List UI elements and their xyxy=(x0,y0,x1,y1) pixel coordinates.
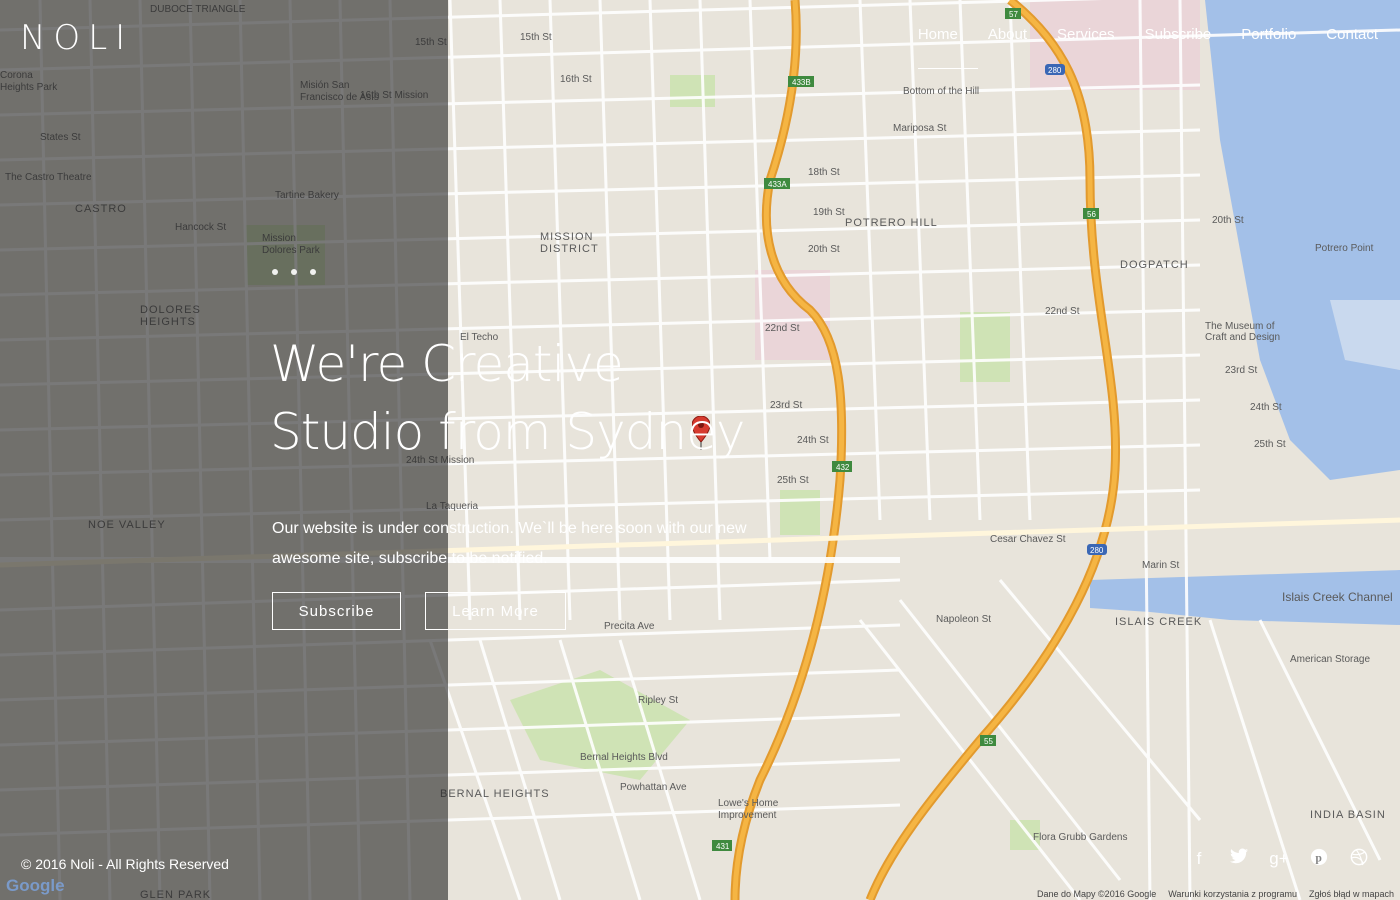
nav-services[interactable]: Services xyxy=(1057,26,1115,70)
svg-text:Improvement: Improvement xyxy=(718,810,777,821)
svg-text:Precita Ave: Precita Ave xyxy=(604,621,655,632)
svg-text:Mariposa St: Mariposa St xyxy=(893,123,947,134)
nav-portfolio[interactable]: Portfolio xyxy=(1241,26,1296,70)
nav-contact[interactable]: Contact xyxy=(1326,26,1378,70)
nav-home[interactable]: Home xyxy=(917,26,978,70)
svg-text:280: 280 xyxy=(1090,546,1104,555)
nav-subscribe[interactable]: Subscribe xyxy=(1145,26,1212,70)
svg-text:ISLAIS CREEK: ISLAIS CREEK xyxy=(1115,616,1202,628)
terms-link[interactable]: Warunki korzystania z programu xyxy=(1168,889,1297,899)
svg-text:Powhattan Ave: Powhattan Ave xyxy=(620,782,687,793)
svg-text:INDIA BASIN: INDIA BASIN xyxy=(1310,809,1386,821)
pinterest-icon[interactable]: p xyxy=(1308,848,1330,870)
hero-title-line-1: We're Creative xyxy=(270,335,624,393)
svg-text:Marin St: Marin St xyxy=(1142,560,1179,571)
svg-text:POTRERO HILL: POTRERO HILL xyxy=(845,217,938,229)
svg-text:Craft and Design: Craft and Design xyxy=(1205,332,1280,343)
svg-text:Napoleon St: Napoleon St xyxy=(936,614,991,625)
svg-text:55: 55 xyxy=(984,737,993,746)
svg-text:22nd St: 22nd St xyxy=(1045,306,1080,317)
svg-text:Flora Grubb Gardens: Flora Grubb Gardens xyxy=(1033,832,1128,843)
svg-text:19th St: 19th St xyxy=(813,207,845,218)
svg-text:24th St: 24th St xyxy=(1250,402,1282,413)
subscribe-button[interactable]: Subscribe xyxy=(272,592,401,630)
svg-text:Ripley St: Ripley St xyxy=(638,695,678,706)
report-error-link[interactable]: Zgłoś błąd w mapach xyxy=(1309,889,1394,899)
facebook-icon[interactable]: f xyxy=(1188,848,1210,870)
slider-dot-3[interactable] xyxy=(310,269,316,275)
svg-text:p: p xyxy=(1315,852,1322,865)
svg-text:Bernal Heights Blvd: Bernal Heights Blvd xyxy=(580,752,668,763)
social-links: f g+ p xyxy=(1188,848,1370,870)
brand-logo[interactable]: NOLI xyxy=(20,18,133,58)
svg-text:The Museum of: The Museum of xyxy=(1205,321,1275,332)
svg-text:433B: 433B xyxy=(792,78,811,87)
twitter-icon[interactable] xyxy=(1228,848,1250,870)
svg-text:DOGPATCH: DOGPATCH xyxy=(1120,259,1189,271)
svg-text:23rd St: 23rd St xyxy=(1225,365,1257,376)
svg-text:20th St: 20th St xyxy=(808,244,840,255)
map-data-credit: Dane do Mapy ©2016 Google xyxy=(1037,889,1157,899)
svg-text:56: 56 xyxy=(1087,210,1096,219)
svg-text:431: 431 xyxy=(716,842,730,851)
svg-text:Cesar Chavez St: Cesar Chavez St xyxy=(990,534,1066,545)
svg-text:American Storage: American Storage xyxy=(1290,654,1370,665)
svg-text:Lowe's Home: Lowe's Home xyxy=(718,798,779,809)
main-nav: Home About Services Subscribe Portfolio … xyxy=(902,0,1400,70)
learn-more-button[interactable]: Learn More xyxy=(425,592,566,630)
dribbble-icon[interactable] xyxy=(1348,848,1370,870)
hero-lead-text: Our website is under construction. We`ll… xyxy=(272,520,747,567)
svg-text:25th St: 25th St xyxy=(777,475,809,486)
hero-title-line-2: Studio from Sydney xyxy=(270,403,746,461)
svg-text:Islais Creek Channel: Islais Creek Channel xyxy=(1282,590,1393,604)
svg-text:Potrero Point: Potrero Point xyxy=(1315,243,1374,254)
svg-text:15th St: 15th St xyxy=(520,32,552,43)
svg-text:432: 432 xyxy=(836,463,850,472)
svg-text:Bottom of the Hill: Bottom of the Hill xyxy=(903,86,979,97)
map-attribution: Dane do Mapy ©2016 Google Warunki korzys… xyxy=(1037,889,1400,900)
google-logo: Google xyxy=(6,876,65,895)
slider-dot-2[interactable] xyxy=(291,269,297,275)
svg-text:MISSION: MISSION xyxy=(540,231,593,243)
slider-dot-1[interactable] xyxy=(272,269,278,275)
hero-title: We're Creative Studio from Sydney xyxy=(270,330,830,466)
nav-about[interactable]: About xyxy=(988,26,1027,70)
copyright-text: © 2016 Noli - All Rights Reserved xyxy=(21,856,229,872)
svg-text:20th St: 20th St xyxy=(1212,215,1244,226)
svg-text:BERNAL HEIGHTS: BERNAL HEIGHTS xyxy=(440,788,550,800)
svg-text:DISTRICT: DISTRICT xyxy=(540,243,599,255)
google-plus-icon[interactable]: g+ xyxy=(1268,848,1290,870)
slider-pagination xyxy=(272,269,316,275)
svg-text:18th St: 18th St xyxy=(808,167,840,178)
svg-text:25th St: 25th St xyxy=(1254,439,1286,450)
svg-text:16th St: 16th St xyxy=(560,74,592,85)
svg-text:433A: 433A xyxy=(768,180,787,189)
